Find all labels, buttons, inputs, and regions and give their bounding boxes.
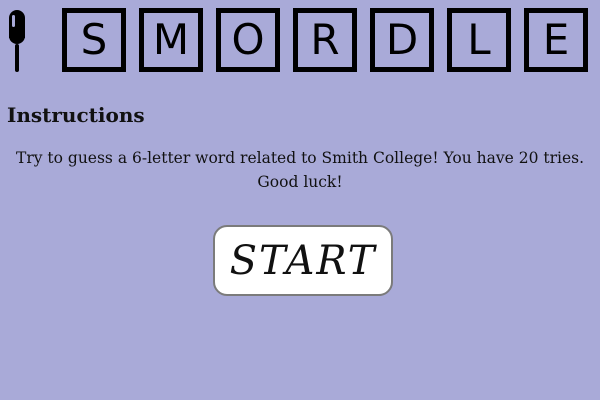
- title-tile: S: [62, 8, 126, 72]
- title-letter: E: [542, 15, 570, 64]
- title-tile: D: [370, 8, 434, 72]
- instructions-heading: Instructions: [7, 103, 145, 127]
- title-tile: E: [524, 8, 588, 72]
- instructions-text: Try to guess a 6-letter word related to …: [15, 149, 585, 191]
- title-letter: L: [467, 15, 491, 64]
- title-tile: O: [216, 8, 280, 72]
- title-tiles: S M O R D L E: [62, 8, 590, 72]
- title-letter: O: [231, 15, 265, 64]
- title-tile: M: [139, 8, 203, 72]
- title-tile: L: [447, 8, 511, 72]
- title-letter: S: [80, 15, 108, 64]
- title-letter: M: [152, 15, 190, 64]
- popsicle-icon: [6, 8, 28, 74]
- title-tile: R: [293, 8, 357, 72]
- start-button[interactable]: START: [213, 225, 393, 296]
- title-letter: D: [385, 15, 419, 64]
- start-button-label: START: [229, 237, 377, 284]
- title-letter: R: [310, 15, 340, 64]
- header: S M O R D L E: [0, 0, 600, 78]
